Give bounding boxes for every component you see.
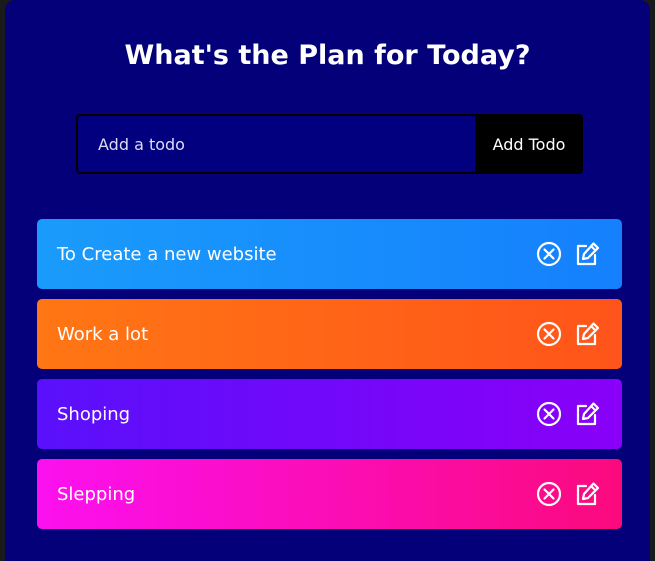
todo-actions bbox=[536, 401, 600, 427]
edit-icon[interactable] bbox=[574, 401, 600, 427]
todo-actions bbox=[536, 481, 600, 507]
page-title: What's the Plan for Today? bbox=[124, 40, 531, 71]
todo-actions bbox=[536, 321, 600, 347]
todo-item: Shoping bbox=[37, 379, 622, 449]
edit-icon[interactable] bbox=[574, 321, 600, 347]
todo-list: To Create a new website Work a lot Shopi… bbox=[37, 219, 622, 539]
todo-app: What's the Plan for Today? Add Todo To C… bbox=[5, 0, 650, 561]
close-circle-icon[interactable] bbox=[536, 241, 562, 267]
close-circle-icon[interactable] bbox=[536, 321, 562, 347]
todo-text[interactable]: To Create a new website bbox=[57, 244, 277, 265]
close-circle-icon[interactable] bbox=[536, 401, 562, 427]
todo-input[interactable] bbox=[76, 114, 475, 174]
todo-actions bbox=[536, 241, 600, 267]
todo-item: To Create a new website bbox=[37, 219, 622, 289]
todo-text[interactable]: Shoping bbox=[57, 404, 130, 425]
todo-item: Work a lot bbox=[37, 299, 622, 369]
todo-item: Slepping bbox=[37, 459, 622, 529]
todo-text[interactable]: Work a lot bbox=[57, 324, 148, 345]
edit-icon[interactable] bbox=[574, 481, 600, 507]
edit-icon[interactable] bbox=[574, 241, 600, 267]
todo-text[interactable]: Slepping bbox=[57, 484, 135, 505]
close-circle-icon[interactable] bbox=[536, 481, 562, 507]
todo-form: Add Todo bbox=[76, 114, 583, 174]
add-todo-button[interactable]: Add Todo bbox=[475, 114, 583, 174]
